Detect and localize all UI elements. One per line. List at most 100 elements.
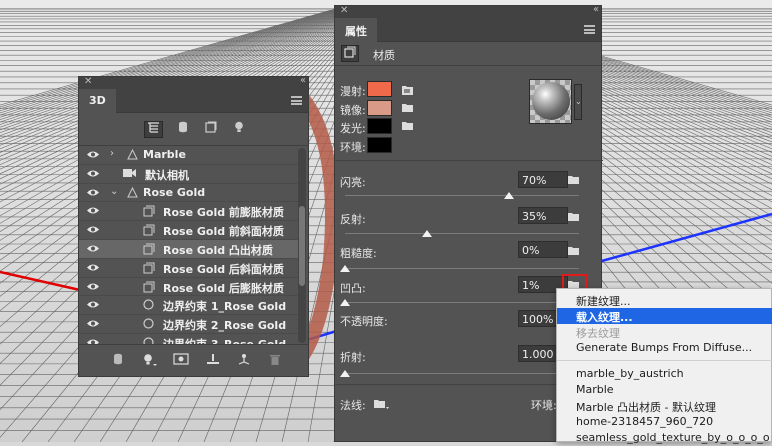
layer-row[interactable]: 默认相机 (79, 165, 298, 184)
layer-row[interactable]: › Marble (79, 146, 298, 165)
visibility-eye-icon[interactable] (86, 188, 100, 197)
visibility-eye-icon[interactable] (86, 225, 100, 234)
layer-list-scrollbar[interactable] (298, 148, 306, 343)
menu-item: 移去纹理 (576, 327, 620, 340)
layer-row[interactable]: ⌄ Rose Gold (79, 184, 298, 203)
3d-panel-tabbar: 3D (79, 89, 308, 113)
roughness-folder-icon[interactable] (567, 246, 580, 256)
roughness-slider-thumb[interactable] (340, 265, 350, 272)
layer-name: Rose Gold 后膨胀材质 (163, 281, 284, 295)
visibility-eye-icon[interactable] (86, 169, 100, 178)
constraint-icon[interactable] (236, 353, 252, 369)
collapse-icon[interactable]: ‹‹ (300, 75, 306, 86)
tab-properties[interactable]: 属性 (335, 18, 377, 42)
properties-tabbar: 属性 (335, 18, 601, 42)
menu-item[interactable]: Generate Bumps From Diffuse... (557, 340, 772, 356)
texture-menu-item[interactable]: Marble (557, 382, 772, 398)
diffuse-texture-icon[interactable] (401, 84, 414, 95)
mesh-filter-icon[interactable] (173, 121, 192, 138)
delete-icon[interactable] (269, 353, 281, 369)
roughness-slider-track[interactable] (345, 268, 579, 269)
normal-folder-icon[interactable] (373, 399, 389, 409)
visibility-eye-icon[interactable] (86, 150, 100, 159)
constraint-icon (143, 299, 154, 313)
refraction-slider-thumb[interactable] (340, 370, 350, 377)
reflect-value-field[interactable]: 35% (518, 207, 568, 224)
refraction-label: 折射: (340, 351, 366, 364)
specular-color-swatch[interactable] (367, 100, 392, 116)
section-title: 材质 (373, 49, 395, 62)
normal-label: 法线: (340, 399, 366, 412)
shine-folder-icon[interactable] (567, 175, 580, 185)
roughness-value-field[interactable]: 0% (518, 241, 568, 258)
chevron-down-icon[interactable]: ⌄ (110, 186, 118, 197)
whole-scene-filter-icon[interactable] (144, 121, 163, 138)
menu-item[interactable]: 新建纹理... (557, 292, 772, 308)
layer-row[interactable]: Rose Gold 后斜面材质 (79, 259, 298, 278)
material-icon[interactable] (341, 45, 359, 62)
shine-slider-track[interactable] (345, 195, 579, 196)
texture-menu-item[interactable]: Marble 凸出材质 - 默认纹理 (557, 398, 772, 414)
reflect-slider-track[interactable] (345, 233, 579, 234)
add-mesh-icon[interactable] (113, 353, 123, 368)
layer-row[interactable]: Rose Gold 前膨胀材质 (79, 202, 298, 222)
bump-slider-thumb[interactable] (340, 299, 350, 306)
panel-menu-icon[interactable] (291, 96, 302, 105)
reflect-slider-thumb[interactable] (421, 230, 432, 237)
layer-row[interactable]: 边界约束 1_Rose Gold (79, 296, 298, 316)
reflect-folder-icon[interactable] (567, 212, 580, 222)
layer-row[interactable]: Rose Gold 前斜面材质 (79, 221, 298, 240)
visibility-eye-icon[interactable] (86, 244, 100, 253)
properties-titlebar[interactable]: ✕ ‹‹ (335, 4, 601, 18)
scrollbar-thumb[interactable] (299, 206, 305, 286)
layer-name: 边界约束 1_Rose Gold (163, 300, 287, 314)
specular-folder-icon[interactable] (401, 103, 414, 113)
visibility-eye-icon[interactable] (86, 319, 100, 328)
visibility-eye-icon[interactable] (86, 263, 100, 272)
render-icon[interactable] (173, 353, 189, 368)
material-icon (143, 262, 155, 277)
texture-menu-item[interactable]: marble_by_austrich (557, 366, 772, 382)
layer-name: Marble (143, 148, 186, 161)
layer-name: 默认相机 (145, 168, 189, 182)
material-picker-arrow-icon[interactable]: ⌄ (574, 84, 582, 120)
panel-menu-icon[interactable] (584, 25, 595, 34)
tab-3d[interactable]: 3D (79, 89, 116, 113)
refraction-slider-track[interactable] (345, 373, 579, 374)
ambient-color-swatch[interactable] (367, 137, 392, 153)
diffuse-color-swatch[interactable] (367, 81, 392, 97)
illumination-color-swatch[interactable] (367, 118, 392, 134)
ground-icon[interactable] (206, 353, 220, 369)
visibility-eye-icon[interactable] (86, 206, 100, 215)
layer-name: 边界约束 2_Rose Gold (163, 319, 287, 333)
illumination-folder-icon[interactable] (401, 121, 414, 131)
bump-slider-track[interactable] (345, 302, 579, 303)
texture-menu-item[interactable]: home-2318457_960_720 (557, 414, 772, 430)
add-light-icon[interactable] (143, 353, 157, 370)
layer-name: Rose Gold 凸出材质 (163, 243, 273, 257)
menu-separator (557, 360, 772, 361)
ambient-label: 环境: (340, 141, 366, 154)
chevron-right-icon[interactable]: › (110, 148, 114, 159)
material-sphere (532, 82, 570, 120)
illumination-label: 发光: (340, 122, 366, 135)
texture-menu-item[interactable]: seamless_gold_texture_by_o_o_o_o (557, 430, 772, 446)
reflect-label: 反射: (340, 213, 366, 226)
close-icon[interactable]: ✕ (84, 76, 92, 87)
layer-row[interactable]: 边界约束 2_Rose Gold (79, 315, 298, 334)
3d-panel-titlebar[interactable]: ✕ ‹‹ (79, 75, 308, 89)
shine-slider-thumb[interactable] (503, 192, 514, 199)
scene-icon (127, 148, 138, 163)
material-preview[interactable] (529, 79, 572, 124)
layer-row[interactable]: Rose Gold 凸出材质 (79, 239, 298, 259)
layer-row[interactable]: Rose Gold 后膨胀材质 (79, 278, 298, 297)
collapse-icon[interactable]: ‹‹ (593, 4, 599, 15)
shine-value-field[interactable]: 70% (518, 171, 568, 188)
light-filter-icon[interactable] (229, 121, 248, 138)
visibility-eye-icon[interactable] (86, 300, 100, 309)
close-icon[interactable]: ✕ (340, 5, 348, 16)
material-filter-icon[interactable] (201, 121, 220, 138)
visibility-eye-icon[interactable] (86, 282, 100, 291)
menu-item[interactable]: 载入纹理... (557, 308, 772, 324)
material-icon (143, 205, 155, 220)
